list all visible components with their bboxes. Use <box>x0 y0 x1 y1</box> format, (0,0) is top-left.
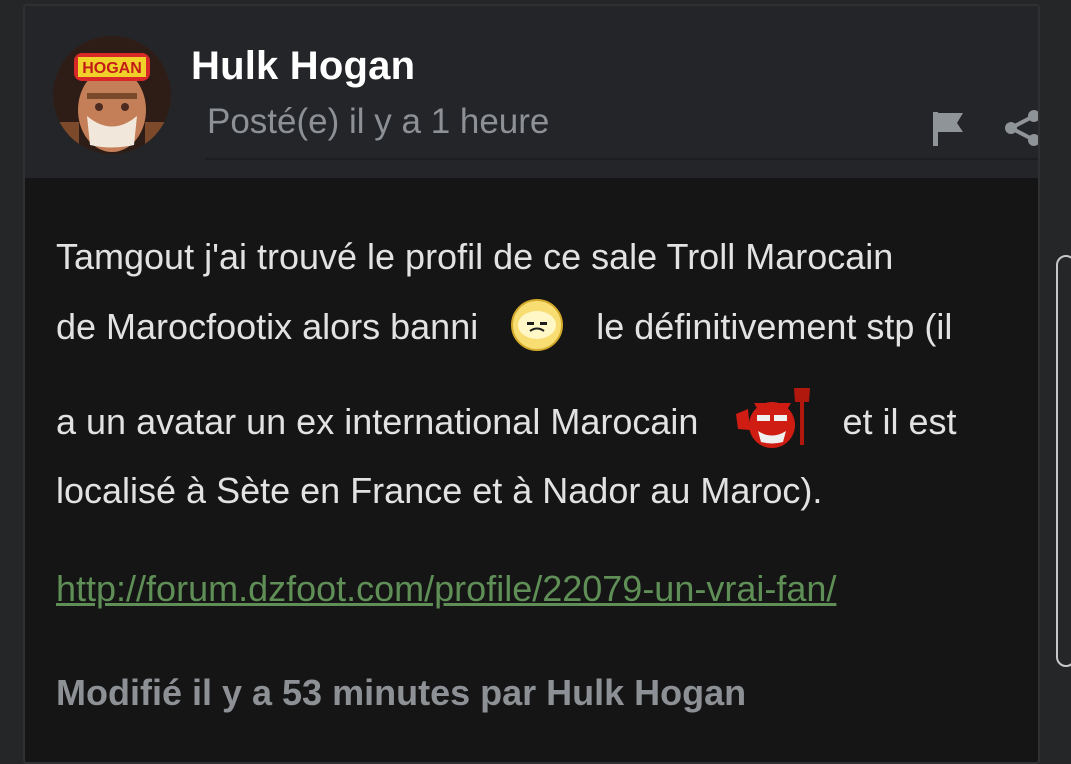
line-2-second-part: le définitivement stp (il <box>596 306 953 348</box>
forum-post: HOGAN Hulk Hogan Posté(e) il y a 1 heure <box>23 4 1040 764</box>
post-text-line-4: localisé à Sète en France et à Nador au … <box>56 470 823 511</box>
line-2-first-part: de Marocfootix alors banni <box>56 306 479 348</box>
post-text-line-1: Tamgout j'ai trouvé le profil de ce sale… <box>56 236 894 277</box>
share-icon[interactable] <box>1003 108 1038 148</box>
post-text-line-2: de Marocfootix alors banni le définitive… <box>56 298 952 361</box>
line-3-second-part: et il est <box>842 401 957 443</box>
svg-text:HOGAN: HOGAN <box>82 60 142 77</box>
author-avatar[interactable]: HOGAN <box>53 36 171 154</box>
avatar-image: HOGAN <box>53 36 171 154</box>
report-flag-icon[interactable] <box>929 108 969 148</box>
post-header: HOGAN Hulk Hogan Posté(e) il y a 1 heure <box>25 6 1038 178</box>
profile-link[interactable]: http://forum.dzfoot.com/profile/22079-un… <box>56 568 836 610</box>
edited-note: Modifié il y a 53 minutes par Hulk Hogan <box>56 672 747 713</box>
line-3-first-part: a un avatar un ex international Marocain <box>56 401 699 443</box>
scrollbar-track[interactable] <box>1056 255 1071 667</box>
post-meta-row: Posté(e) il y a 1 heure <box>205 100 1038 160</box>
post-text-line-3: a un avatar un ex international Marocain… <box>56 384 956 465</box>
author-name[interactable]: Hulk Hogan <box>191 44 415 89</box>
annoyed-face-emoji <box>510 298 564 361</box>
red-devil-emoji <box>730 384 822 465</box>
post-date: Posté(e) il y a 1 heure <box>207 102 550 141</box>
